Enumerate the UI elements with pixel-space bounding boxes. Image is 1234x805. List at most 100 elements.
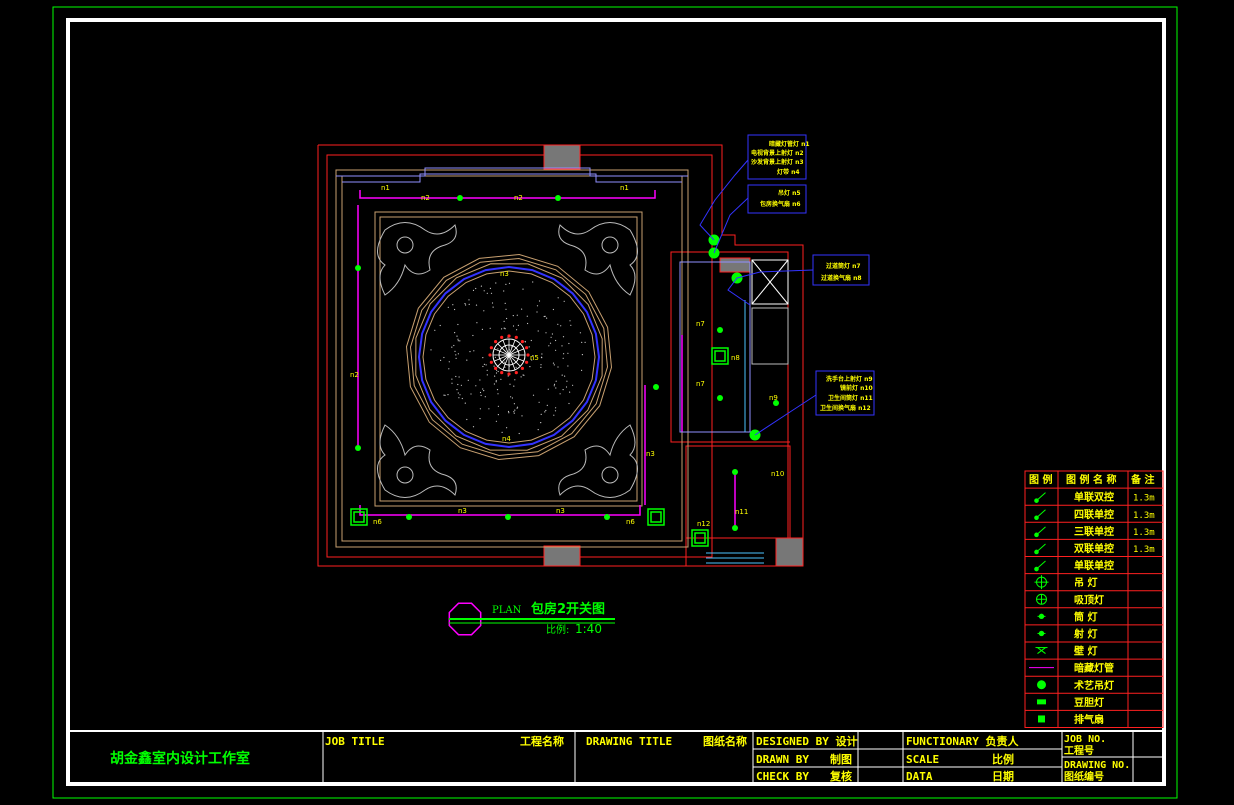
star-dot	[456, 389, 458, 391]
circuit-label-n2: n2	[350, 371, 359, 379]
star-dot	[504, 328, 506, 330]
callout-1-line-3: 沙发背景上射灯 n3	[751, 158, 804, 166]
star-dot	[434, 329, 436, 331]
scale-cn: 比例	[992, 752, 1014, 766]
legend-item-name: 排气扇	[1074, 713, 1104, 726]
star-dot	[563, 300, 565, 302]
legend-header: 图 例	[1029, 473, 1052, 486]
star-dot	[459, 340, 461, 342]
star-dot	[506, 317, 508, 320]
drawing-canvas: 胡金鑫室内设计工作室 JOB TITLE 工程名称 DRAWING TITLE …	[52, 6, 1178, 799]
star-dot	[466, 418, 468, 421]
plan-prefix: PLAN	[492, 605, 522, 616]
drawing-title-label: DRAWING TITLE	[586, 735, 672, 748]
star-dot	[475, 287, 477, 290]
legend-item-name: 豆胆灯	[1074, 696, 1104, 709]
callout-1-line-1: 暗藏灯管灯 n1	[769, 140, 810, 148]
star-dot	[480, 285, 482, 287]
triple-switch-icon	[1034, 526, 1046, 538]
star-dot	[457, 323, 459, 326]
circuit-label-n7: n7	[696, 320, 705, 328]
star-dot	[551, 333, 554, 335]
star-dot	[513, 403, 516, 405]
room-guides	[679, 259, 789, 564]
inner-frame	[66, 18, 1166, 786]
star-dot	[522, 374, 524, 376]
data-cn: 日期	[992, 769, 1014, 783]
star-dot	[579, 332, 582, 334]
star-dot	[538, 401, 540, 403]
legend-item-name: 术艺吊灯	[1073, 679, 1114, 692]
star-dot	[559, 393, 561, 395]
legend-item-note: 1.3m	[1133, 545, 1155, 555]
star-dot	[514, 409, 516, 411]
chandelier-bulb	[494, 340, 498, 344]
star-dot	[430, 349, 432, 351]
star-dot	[555, 380, 557, 382]
circuit-label-n10: n10	[771, 470, 784, 478]
star-dot	[482, 388, 484, 390]
star-dot	[557, 323, 559, 325]
circuit-label-n2: n2	[421, 194, 430, 202]
star-dot	[451, 346, 453, 348]
star-dot	[541, 353, 543, 355]
star-dot	[545, 332, 547, 334]
star-dot	[497, 414, 499, 416]
star-dot	[480, 394, 482, 396]
job-no-cn: 工程号	[1064, 744, 1094, 757]
callout-2-line-2: 包房换气扇 n6	[760, 200, 801, 208]
star-dot	[562, 336, 565, 338]
star-dot	[497, 393, 499, 395]
star-dot	[483, 310, 485, 312]
star-dot	[455, 354, 457, 356]
pendant-lamp-icon	[1034, 575, 1049, 590]
star-dot	[512, 325, 515, 327]
star-dot	[581, 341, 583, 343]
star-dot	[568, 342, 570, 345]
star-dot	[563, 353, 565, 355]
star-dot	[564, 375, 566, 377]
star-dot	[455, 375, 457, 378]
spotlight-icon	[1037, 630, 1046, 637]
star-dot	[546, 317, 548, 319]
data-label: DATA	[906, 770, 933, 783]
callout-2-line-1: 吊灯 n5	[778, 189, 801, 197]
drawn-by-cn: 制图	[830, 752, 852, 766]
star-dot	[546, 404, 548, 406]
star-dot	[510, 346, 512, 348]
star-dot	[452, 304, 454, 306]
star-dot	[458, 376, 460, 378]
circuit-label-n3: n3	[500, 270, 509, 278]
star-dot	[457, 340, 459, 342]
quad-switch-icon	[1034, 509, 1046, 521]
star-dot	[440, 359, 442, 361]
drawn-by-label: DRAWN BY	[756, 753, 809, 766]
circuit-label-n8: n8	[731, 354, 740, 362]
star-dot	[458, 397, 460, 399]
star-dot	[552, 362, 555, 364]
star-dot	[490, 292, 493, 294]
star-dot	[581, 369, 583, 371]
star-dot	[492, 306, 494, 308]
star-dot	[453, 344, 455, 347]
circuit-label-n6: n6	[373, 518, 382, 526]
circuit-label-n3: n3	[556, 507, 565, 515]
check-by-cn: 复核	[829, 769, 852, 783]
chandelier-bulb	[500, 335, 504, 339]
functionary: FUNCTIONARY 负责人	[906, 734, 1019, 748]
star-dot	[522, 288, 524, 290]
star-dot	[495, 372, 498, 374]
circuit-label-n6: n6	[626, 518, 635, 526]
callout-4-line-3: 卫生间筒灯 n11	[828, 394, 873, 402]
star-dot	[495, 381, 497, 383]
ceiling-lamp-icon	[1036, 593, 1047, 605]
wall-columns	[543, 144, 804, 567]
star-dot	[560, 325, 562, 327]
chandelier-bulb	[514, 335, 518, 339]
star-dot	[509, 383, 511, 385]
circuit-label-n1: n1	[381, 184, 390, 192]
callout-4-line-4: 卫生间换气扇 n12	[820, 404, 871, 412]
chandelier-bulb	[514, 371, 518, 375]
star-dot	[553, 385, 555, 387]
star-dot	[537, 330, 539, 332]
